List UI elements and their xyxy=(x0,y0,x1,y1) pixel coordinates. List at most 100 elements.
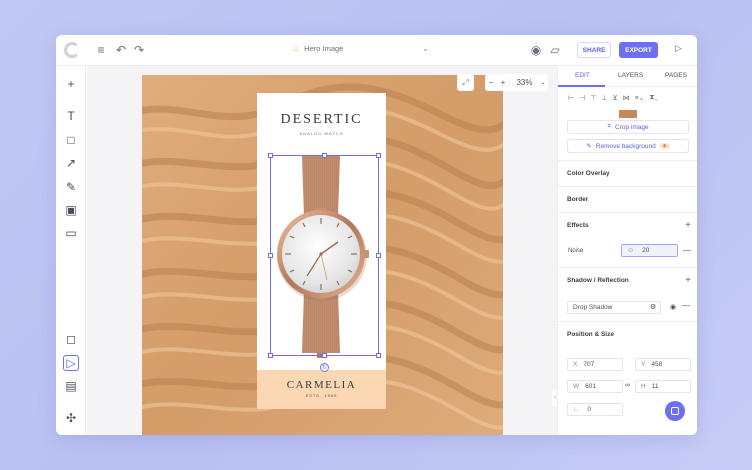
align-top-icon[interactable]: ⊤ xyxy=(590,94,596,104)
card-brand-subtitle[interactable]: ANALOG WATCH xyxy=(257,131,386,136)
shadow-settings-icon[interactable]: ⚙ xyxy=(650,303,656,311)
visibility-icon[interactable]: ◉ xyxy=(670,303,676,311)
pen-tool-icon[interactable]: ✎ xyxy=(63,179,79,195)
add-effect-icon[interactable]: + xyxy=(685,220,691,231)
document-title-label: Hero Image xyxy=(304,44,344,53)
noise-label: Noise xyxy=(568,248,584,254)
angle-value: 0 xyxy=(587,406,591,413)
canvas-area[interactable]: ⤢ − + 33% ⌄ DESERTIC ANALOG WATCH CARMEL… xyxy=(87,66,557,435)
selection-box[interactable] xyxy=(270,155,379,356)
image-thumbnail xyxy=(619,110,637,118)
distribute-icon[interactable]: ⋈ xyxy=(623,94,630,104)
more-align-icon[interactable]: ⧗⌄ xyxy=(650,94,658,104)
link-ratio-icon[interactable]: ∞ xyxy=(625,382,630,389)
shadow-type-select[interactable]: Drop Shadow xyxy=(567,301,661,314)
resize-handle-bl[interactable] xyxy=(268,353,273,358)
flame-icon: ♨ xyxy=(292,44,300,53)
resize-handle-br[interactable] xyxy=(376,353,381,358)
document-title[interactable]: ♨ Hero Image xyxy=(292,44,343,53)
x-field[interactable]: X 707 xyxy=(567,358,623,371)
resize-handle-tr[interactable] xyxy=(376,153,381,158)
shadow-title: Shadow / Reflection xyxy=(567,277,629,284)
editor-window: ≡ ↶ ↷ ♨ Hero Image ⌄ ◉ ▱ SHARE EXPORT ▷ … xyxy=(56,35,697,435)
y-field[interactable]: Y 458 xyxy=(635,358,691,371)
rectangle-tool-icon[interactable]: □ xyxy=(63,132,79,148)
record-icon[interactable]: ◉ xyxy=(529,43,543,57)
position-size-title: Position & Size xyxy=(567,331,614,338)
add-icon[interactable]: + xyxy=(63,76,79,92)
angle-icon: ∟ xyxy=(573,406,580,413)
align-left-icon[interactable]: ⊢ xyxy=(568,94,574,104)
tab-layers[interactable]: LAYERS xyxy=(618,72,643,79)
crop-icon: ⌗ xyxy=(607,123,612,130)
fit-screen-button[interactable]: ⤢ xyxy=(457,74,474,91)
height-field[interactable]: H 11 xyxy=(635,380,691,393)
undo-icon[interactable]: ↶ xyxy=(114,43,128,57)
frame-tool-icon[interactable]: ◻ xyxy=(63,331,79,347)
align-center-icon[interactable]: ⊣ xyxy=(579,94,585,104)
effects-title: Effects xyxy=(567,222,589,229)
section-border[interactable]: Border xyxy=(558,186,697,212)
w-value: 601 xyxy=(585,383,596,390)
tab-edit[interactable]: EDIT xyxy=(575,72,590,79)
card-footer-subtitle[interactable]: ESTD. 1989 xyxy=(257,393,386,398)
h-label: H xyxy=(641,383,646,390)
remove-shadow-icon[interactable]: — xyxy=(682,301,690,310)
zoom-in-button[interactable]: + xyxy=(497,78,509,87)
x-value: 707 xyxy=(583,361,595,368)
magic-wand-icon: ✎ xyxy=(586,143,592,150)
section-color-overlay[interactable]: Color Overlay xyxy=(558,160,697,186)
remove-noise-icon[interactable]: — xyxy=(683,246,691,255)
arrow-tool-icon[interactable]: ↗ xyxy=(63,155,79,171)
component-tool-icon[interactable]: ▭ xyxy=(63,225,79,241)
resize-handle-b[interactable] xyxy=(322,353,327,358)
menu-icon[interactable]: ≡ xyxy=(94,43,108,57)
select-tool-icon[interactable]: ▷ xyxy=(63,355,79,371)
resize-handle-t[interactable] xyxy=(322,153,327,158)
angle-field[interactable]: ∟ 0 xyxy=(567,403,623,416)
plugin-icon[interactable]: ✣ xyxy=(63,410,79,426)
tab-pages[interactable]: PAGES xyxy=(665,72,687,79)
zoom-level[interactable]: 33% xyxy=(509,78,539,87)
noise-value: 20 xyxy=(642,247,650,254)
card-brand-title[interactable]: DESERTIC xyxy=(257,112,386,128)
card-footer-brand[interactable]: CARMELIA xyxy=(257,379,386,391)
image-tool-icon[interactable]: ▣ xyxy=(63,202,79,218)
crop-image-label: Crop image xyxy=(615,123,649,131)
crop-image-button[interactable]: ⌗ Crop image xyxy=(567,120,689,134)
remove-background-button[interactable]: ✎ Remove background ◆ xyxy=(567,139,689,153)
chat-support-button[interactable] xyxy=(665,401,685,421)
text-tool-icon[interactable]: T xyxy=(63,108,79,124)
share-button[interactable]: SHARE xyxy=(577,42,611,58)
x-label: X xyxy=(573,361,578,368)
section-shadow: Shadow / Reflection + Drop Shadow ⚙ ◉ — xyxy=(558,267,697,321)
comment-icon[interactable]: ▱ xyxy=(548,43,562,57)
play-icon[interactable]: ▷ xyxy=(675,43,682,54)
app-logo-icon[interactable] xyxy=(64,42,80,58)
spacing-icon[interactable]: ≡⌄ xyxy=(635,94,645,104)
card-footer[interactable]: CARMELIA ESTD. 1989 xyxy=(257,370,386,409)
color-overlay-title: Color Overlay xyxy=(567,170,610,177)
resize-handle-r[interactable] xyxy=(376,253,381,258)
chevron-down-icon[interactable]: ⌄ xyxy=(422,44,429,53)
align-middle-icon[interactable]: ⊥ xyxy=(601,94,607,104)
w-label: W xyxy=(573,383,580,390)
resize-handle-l[interactable] xyxy=(268,253,273,258)
align-bottom-icon[interactable]: ⊻ xyxy=(612,94,617,104)
properties-panel: EDIT LAYERS PAGES ⊢ ⊣ ⊤ ⊥ ⊻ ⋈ ≡⌄ ⧗⌄ ⌗ Cr… xyxy=(557,66,697,435)
rotate-handle-icon[interactable]: ↻ xyxy=(320,363,329,372)
export-button[interactable]: EXPORT xyxy=(619,42,658,58)
add-shadow-icon[interactable]: + xyxy=(685,275,691,286)
width-field[interactable]: W 601 xyxy=(567,380,623,393)
zoom-out-button[interactable]: − xyxy=(485,78,497,87)
shadow-type-value: Drop Shadow xyxy=(573,304,613,311)
y-value: 458 xyxy=(651,361,663,368)
noise-input[interactable]: ☺ 20 xyxy=(621,244,678,257)
redo-icon[interactable]: ↷ xyxy=(132,43,146,57)
card-tool-icon[interactable]: ▤ xyxy=(63,378,79,394)
noise-icon: ☺ xyxy=(627,247,635,254)
resize-handle-tl[interactable] xyxy=(268,153,273,158)
zoom-chevron-icon[interactable]: ⌄ xyxy=(539,79,547,86)
panel-tabs: EDIT LAYERS PAGES xyxy=(558,66,697,87)
chat-icon xyxy=(671,407,679,415)
